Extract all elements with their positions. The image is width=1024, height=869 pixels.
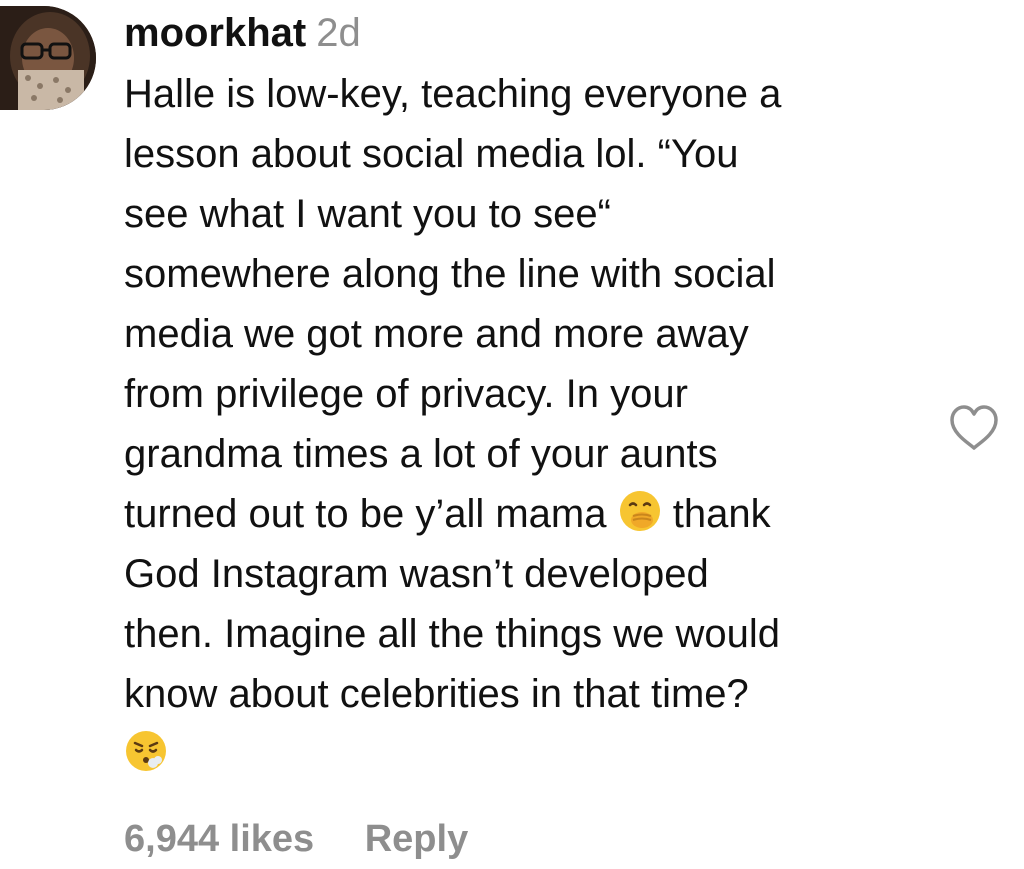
comment-line: lesson about social media lol. “You (124, 132, 739, 176)
comment-line: God Instagram wasn’t developed (124, 552, 709, 596)
likes-count[interactable]: 6,944 likes (124, 818, 314, 860)
comment-line: then. Imagine all the things we would (124, 612, 780, 656)
username-link[interactable]: moorkhat (124, 11, 306, 55)
comment-body: moorkhat 2d Halle is low-key, teaching ev… (124, 8, 924, 784)
avatar[interactable] (0, 6, 96, 110)
comment-line: see what I want you to see“ (124, 192, 611, 236)
comment-timestamp: 2d (316, 11, 361, 55)
comment-meta: 6,944 likes Reply (124, 818, 468, 861)
comment-line-emoji (124, 724, 924, 784)
face-with-hand-over-mouth-emoji (618, 489, 662, 533)
comment-line: grandma times a lot of your aunts (124, 432, 718, 476)
comment-line: Halle is low-key, teaching everyone a (124, 72, 782, 116)
heart-outline-icon[interactable] (946, 402, 1002, 454)
comment-line-with-emoji: turned out to be y’all mama thank (124, 484, 924, 544)
comment-line: know about celebrities in that time? (124, 672, 749, 716)
comment-header: moorkhat 2d (124, 8, 924, 58)
comment-line: media we got more and more away (124, 312, 749, 356)
comment-line-text: turned out to be y’all mama (124, 492, 607, 536)
comment-item: moorkhat 2d Halle is low-key, teaching ev… (0, 0, 1024, 869)
comment-text: Halle is low-key, teaching everyone a le… (124, 64, 924, 784)
comment-line-text: thank (672, 492, 771, 536)
face-exhaling-emoji (124, 729, 168, 773)
reply-button[interactable]: Reply (365, 818, 468, 860)
comment-line: somewhere along the line with social (124, 252, 776, 296)
comment-line: from privilege of privacy. In your (124, 372, 688, 416)
